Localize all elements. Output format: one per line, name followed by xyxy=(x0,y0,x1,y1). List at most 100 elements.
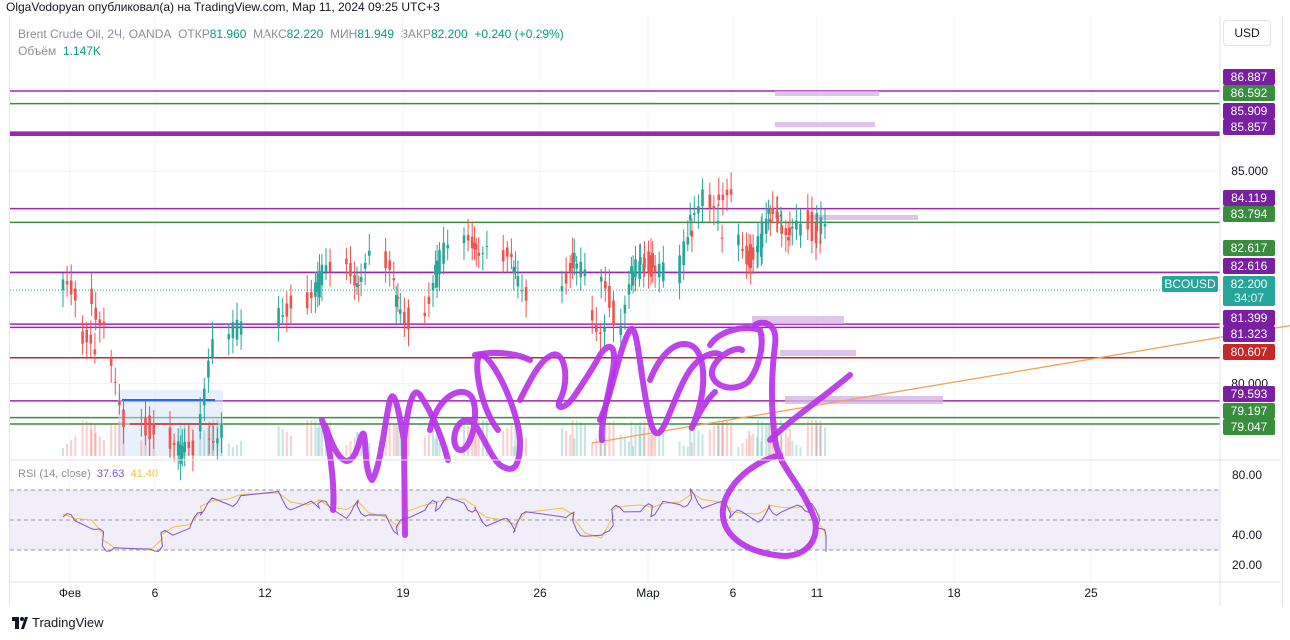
candle-body xyxy=(682,241,685,266)
volume-bar xyxy=(345,445,348,456)
candle-body xyxy=(485,245,489,247)
volume-bar xyxy=(314,420,317,456)
time-tick-label: 18 xyxy=(947,586,961,600)
volume-bar xyxy=(502,430,505,456)
volume-bar xyxy=(220,420,223,456)
volume-bar xyxy=(752,433,755,456)
candle-body xyxy=(231,322,235,339)
volume-bar xyxy=(89,422,92,456)
volume-bar xyxy=(824,427,826,456)
volume-bar xyxy=(693,427,696,456)
volume-bar xyxy=(712,426,715,456)
candle-body xyxy=(407,307,410,330)
time-tick-label: 19 xyxy=(396,586,410,600)
volume-bar xyxy=(791,440,794,456)
volume-bar xyxy=(74,436,77,456)
tradingview-logo[interactable]: TradingView xyxy=(12,615,104,630)
price-tag-label: 86.887 xyxy=(1231,70,1268,84)
volume-bar xyxy=(122,420,125,456)
volume-bar xyxy=(191,429,194,456)
candle-body xyxy=(764,218,768,234)
candle-body xyxy=(473,242,476,250)
volume-bar xyxy=(281,429,284,456)
candle-body xyxy=(564,273,568,284)
candle-body xyxy=(729,189,733,195)
candle-body xyxy=(109,357,113,366)
candle-body xyxy=(466,234,470,241)
candle-body xyxy=(510,253,513,258)
candle-body xyxy=(560,286,564,292)
volume-bar xyxy=(810,420,813,456)
candle-body xyxy=(814,222,818,244)
volume-bar xyxy=(799,447,802,456)
volume-bar xyxy=(187,426,190,456)
candle-body xyxy=(359,276,363,282)
volume-bar xyxy=(795,444,798,456)
candle-body xyxy=(688,214,692,221)
candle-body xyxy=(708,194,712,208)
volume-bar xyxy=(434,438,437,456)
countdown-label: 34:07 xyxy=(1234,291,1264,305)
candle-body xyxy=(737,234,740,246)
volume-bar xyxy=(561,428,563,456)
volume-bar xyxy=(93,424,96,456)
candle-body xyxy=(207,360,210,378)
volume-bar xyxy=(110,424,113,456)
candle-body xyxy=(741,248,744,251)
volume-bar xyxy=(512,446,515,456)
volume-bar xyxy=(289,435,292,456)
candle-body xyxy=(579,261,583,278)
candle-body xyxy=(102,321,106,326)
volume-bar xyxy=(85,421,88,456)
volume-bar xyxy=(630,421,633,456)
volume-bar xyxy=(765,422,768,456)
volume-bar xyxy=(118,421,121,456)
volume-bar xyxy=(787,437,790,456)
price-tag-label: 81.399 xyxy=(1231,311,1268,325)
candle-body xyxy=(289,295,293,309)
candle-body xyxy=(211,339,214,358)
volume-bar xyxy=(579,421,582,456)
candle-body xyxy=(806,210,810,230)
candle-body xyxy=(599,332,602,334)
candle-body xyxy=(786,237,790,241)
candle-body xyxy=(721,194,725,201)
candle-body xyxy=(506,247,509,257)
volume-bar xyxy=(583,423,586,456)
zone-rect xyxy=(780,350,856,356)
volume-bar xyxy=(737,446,740,456)
volume-bar xyxy=(102,439,105,456)
chart-canvas[interactable]: 85.00080.00086.88786.59285.90985.85784.1… xyxy=(0,0,1290,640)
candle-body xyxy=(520,290,524,292)
tradingview-logo-text: TradingView xyxy=(32,615,104,630)
candle-body xyxy=(227,334,231,340)
candle-body xyxy=(608,285,611,308)
volume-bar xyxy=(62,448,64,456)
volume-bar xyxy=(183,424,186,456)
volume-bar xyxy=(717,423,719,456)
volume-bar xyxy=(306,420,309,456)
candle-body xyxy=(305,292,309,309)
volume-bar xyxy=(708,428,711,456)
price-tag-label: 82.616 xyxy=(1231,259,1268,273)
candle-body xyxy=(235,319,239,340)
volume-bar xyxy=(392,423,395,456)
volume-bar xyxy=(211,424,214,456)
candle-body xyxy=(328,261,332,272)
candle-body xyxy=(662,262,665,282)
candle-body xyxy=(657,263,661,278)
candle-body xyxy=(697,206,700,214)
candle-body xyxy=(442,242,445,264)
volume-bar xyxy=(216,420,219,456)
candle-body xyxy=(524,287,528,301)
candle-body xyxy=(501,250,505,262)
volume-bar xyxy=(623,438,626,456)
candle-body xyxy=(65,281,69,285)
volume-bar xyxy=(98,436,101,456)
candle-body xyxy=(316,273,320,293)
volume-bar xyxy=(686,446,689,456)
volume-bar xyxy=(506,427,509,456)
candle-body xyxy=(630,266,633,274)
candle-body xyxy=(595,323,598,332)
volume-bar xyxy=(144,436,147,456)
